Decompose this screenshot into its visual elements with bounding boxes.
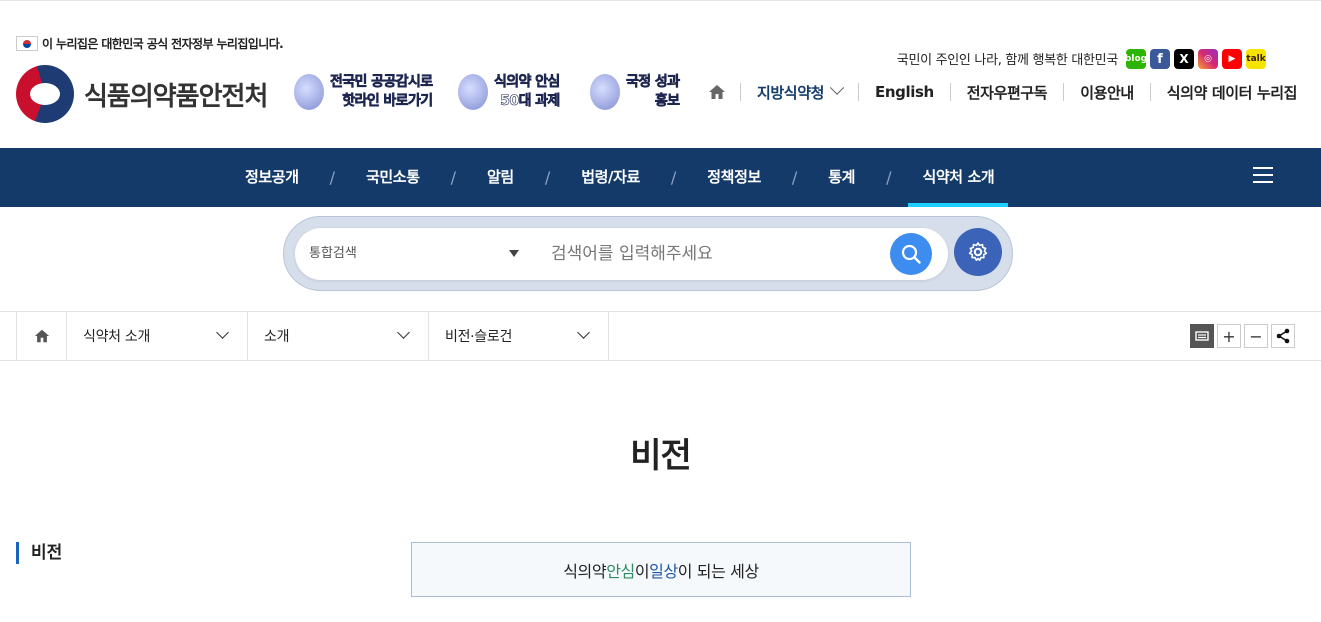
- utility-nav: 지방식약청 English 전자우편구독 이용안내 식의약 데이터 누리집: [708, 80, 1298, 103]
- gnb-about[interactable]: 식약처 소개: [908, 148, 1009, 207]
- promo-hotline[interactable]: 전국민 공공감시로 핫라인 바로가기: [294, 73, 433, 111]
- phone-icon: [294, 74, 324, 110]
- gov-notice-text: 이 누리집은 대한민국 공식 전자정부 누리집입니다.: [42, 37, 284, 51]
- vision-text: 식의약: [563, 561, 607, 581]
- promo-50-tasks[interactable]: 식의약 안심 50대 과제: [458, 73, 561, 111]
- search-input[interactable]: [551, 228, 881, 280]
- search-scope-select[interactable]: 통합검색: [309, 228, 519, 280]
- promo-line2: 홍보: [654, 93, 681, 110]
- main-nav: 정보공개 / 국민소통 / 알림 / 법령/자료 / 정책정보 / 통계 / 식…: [0, 148, 1321, 207]
- gnb-communication[interactable]: 국민소통: [352, 148, 434, 207]
- gnb-notice[interactable]: 알림: [473, 148, 528, 207]
- vision-highlight-daily: 일상: [649, 561, 678, 581]
- search-box: 통합검색: [295, 228, 948, 280]
- breadcrumb-home[interactable]: [16, 312, 66, 360]
- promo-line1: 국정 성과: [626, 74, 681, 91]
- english-link[interactable]: English: [875, 83, 934, 101]
- zoom-out-button[interactable]: −: [1244, 324, 1268, 348]
- chevron-down-icon: [577, 326, 590, 339]
- gnb-separator: /: [544, 168, 551, 187]
- search-settings-button[interactable]: [954, 228, 1002, 276]
- divider: [1149, 83, 1151, 101]
- breadcrumb: 식약처 소개 소개 비전·슬로건: [0, 311, 1321, 361]
- divider: [858, 83, 860, 101]
- gov-notice[interactable]: 이 누리집은 대한민국 공식 전자정부 누리집입니다.: [16, 35, 284, 52]
- vision-text: 이 되는 세상: [677, 561, 759, 581]
- divider: [1063, 83, 1065, 101]
- section-title: 비전: [16, 542, 62, 564]
- breadcrumb-level1[interactable]: 식약처 소개: [66, 312, 247, 360]
- vision-highlight-safety: 안심: [606, 561, 635, 581]
- gnb-separator: /: [329, 168, 335, 187]
- x-icon[interactable]: X: [1174, 49, 1194, 69]
- sns-links: blog f X ◎ ▶ talk: [1125, 49, 1266, 69]
- gear-icon: [968, 242, 988, 261]
- divider: [740, 83, 741, 101]
- site-logo[interactable]: 식품의약품안전처: [16, 65, 268, 123]
- zoom-in-button[interactable]: +: [1217, 324, 1241, 348]
- blog-icon[interactable]: blog: [1125, 49, 1147, 69]
- menu-icon[interactable]: [1253, 167, 1273, 185]
- breadcrumb-label: 비전·슬로건: [445, 329, 513, 345]
- slogan: 국민이 주인인 나라, 함께 행복한 대한민국: [896, 53, 1119, 68]
- page-title: 비전: [630, 436, 692, 476]
- breadcrumb-level3[interactable]: 비전·슬로건: [428, 312, 609, 360]
- promo-achievements[interactable]: 국정 성과 홍보: [590, 73, 681, 111]
- email-subscribe-link[interactable]: 전자우편구독: [967, 82, 1048, 103]
- gnb-separator: /: [670, 168, 677, 187]
- shield-icon: [458, 74, 488, 110]
- breadcrumb-label: 소개: [264, 329, 290, 345]
- youtube-icon[interactable]: ▶: [1222, 49, 1242, 69]
- promo-line1: 전국민 공공감시로: [330, 74, 434, 91]
- site-header: 이 누리집은 대한민국 공식 전자정부 누리집입니다. 식품의약품안전처 전국민…: [0, 1, 1321, 148]
- facebook-icon[interactable]: f: [1150, 49, 1170, 69]
- vision-statement: 식의약 안심 이 일상 이 되는 세상: [411, 542, 911, 597]
- instagram-icon[interactable]: ◎: [1198, 49, 1218, 69]
- gnb-separator: /: [791, 168, 798, 187]
- breadcrumb-label: 식약처 소개: [83, 329, 151, 345]
- page-tools: + −: [1190, 324, 1295, 348]
- search-icon: [901, 244, 921, 264]
- chevron-down-icon: [829, 80, 845, 95]
- korea-flag-icon: [16, 36, 38, 51]
- chevron-down-icon: [397, 326, 410, 339]
- kakao-icon[interactable]: talk: [1246, 49, 1266, 69]
- gnb-policy[interactable]: 정책정보: [693, 148, 775, 207]
- caret-down-icon: [509, 250, 519, 257]
- promo-line2: 핫라인 바로가기: [342, 93, 433, 110]
- gnb-laws[interactable]: 법령/자료: [567, 148, 654, 207]
- gnb-info-disclosure[interactable]: 정보공개: [231, 148, 313, 207]
- home-icon[interactable]: [708, 83, 726, 101]
- breadcrumb-level2[interactable]: 소개: [247, 312, 428, 360]
- gnb-separator: /: [886, 168, 892, 187]
- search-area: 통합검색: [283, 216, 1013, 291]
- gnb-statistics[interactable]: 통계: [814, 148, 869, 207]
- share-icon[interactable]: [1271, 324, 1295, 348]
- search-scope-label: 통합검색: [309, 246, 357, 261]
- guide-link[interactable]: 이용안내: [1080, 82, 1134, 103]
- promo-line2: 50대 과제: [500, 93, 561, 110]
- regional-office-menu[interactable]: 지방식약청: [757, 82, 824, 103]
- trophy-icon: [590, 74, 620, 110]
- search-button[interactable]: [890, 233, 932, 275]
- chevron-down-icon: [216, 326, 229, 339]
- promo-line1: 식의약 안심: [494, 74, 561, 91]
- print-icon[interactable]: [1190, 324, 1214, 348]
- data-portal-link[interactable]: 식의약 데이터 누리집: [1167, 82, 1298, 103]
- vision-text: 이: [634, 561, 650, 581]
- home-icon: [34, 329, 49, 343]
- gnb-separator: /: [450, 168, 456, 187]
- divider: [949, 83, 951, 101]
- logo-text: 식품의약품안전처: [84, 81, 268, 112]
- gov-emblem-icon: [16, 65, 74, 123]
